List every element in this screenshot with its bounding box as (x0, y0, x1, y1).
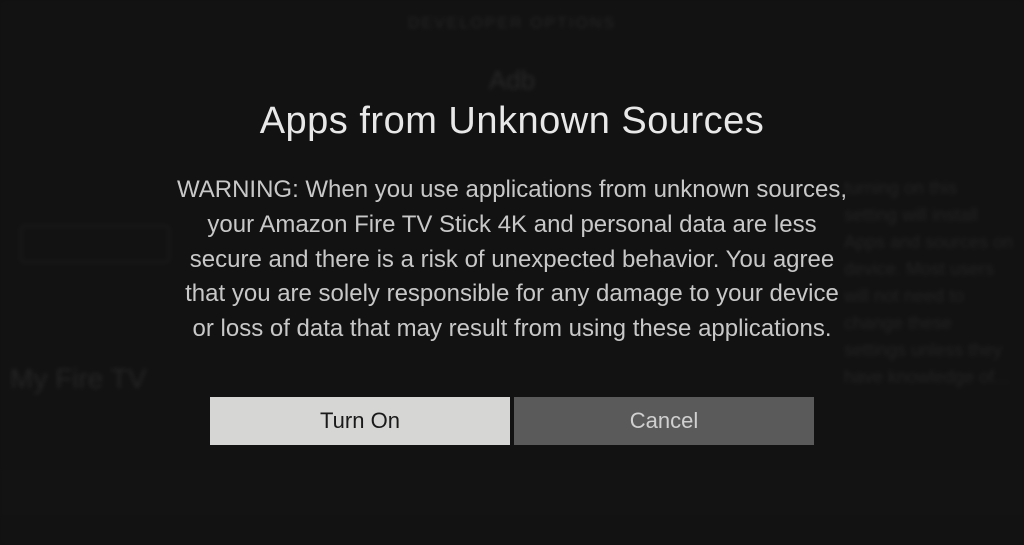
cancel-button[interactable]: Cancel (514, 397, 814, 445)
confirm-dialog: Apps from Unknown Sources WARNING: When … (162, 80, 862, 465)
dialog-button-row: Turn On Cancel (162, 397, 862, 445)
dialog-title: Apps from Unknown Sources (162, 100, 862, 143)
turn-on-button[interactable]: Turn On (210, 397, 510, 445)
modal-overlay: Apps from Unknown Sources WARNING: When … (0, 0, 1024, 545)
dialog-warning-text: WARNING: When you use applications from … (162, 173, 862, 347)
